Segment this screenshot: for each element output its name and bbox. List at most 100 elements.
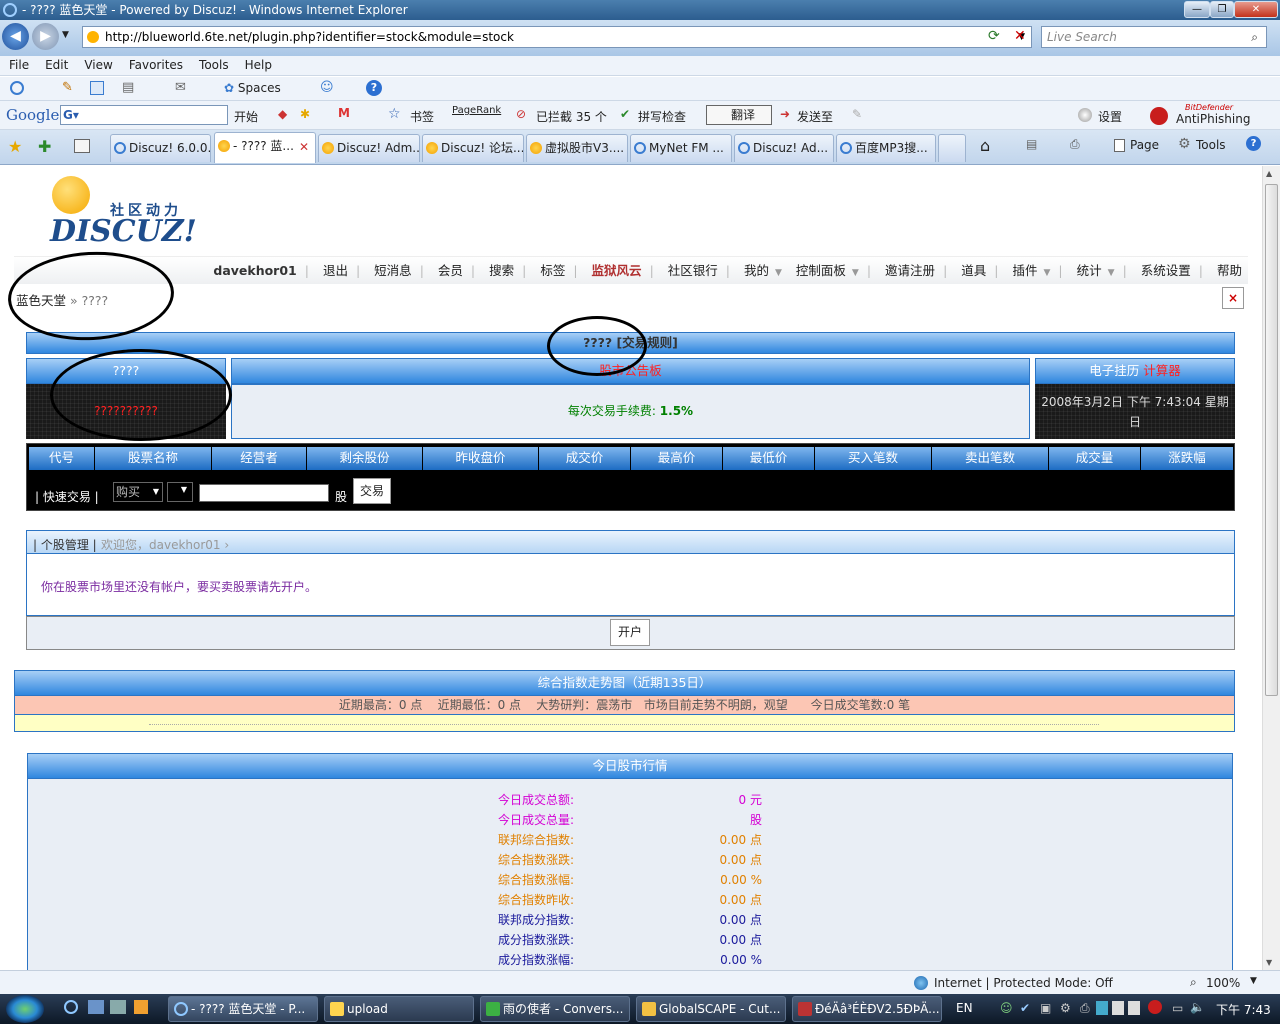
nav-settings[interactable]: 系统设置 [1141, 263, 1191, 278]
address-bar[interactable]: http://blueworld.6te.net/plugin.php?iden… [82, 26, 1032, 48]
col-low[interactable]: 最低价 [723, 447, 815, 470]
tab-active-stock[interactable]: - ???? 蓝... ✕ [214, 132, 316, 163]
settings-button[interactable]: 设置 [1098, 108, 1122, 125]
nav-my[interactable]: 我的 [744, 263, 769, 278]
open-account-button[interactable]: 开户 [610, 619, 650, 646]
gmail-icon[interactable]: M [338, 106, 350, 120]
tab-discuz-forum[interactable]: Discuz! 论坛... [422, 134, 524, 162]
forward-button[interactable]: ▶ [32, 23, 59, 50]
col-sell-count[interactable]: 卖出笔数 [932, 447, 1049, 470]
nav-plugins[interactable]: 插件 [1012, 263, 1037, 278]
tray-app-icon[interactable]: ▣ [1040, 1001, 1051, 1015]
nav-items[interactable]: 道具 [961, 263, 986, 278]
tray-font-icon[interactable] [1128, 1001, 1140, 1015]
col-remaining[interactable]: 剩余股份 [307, 447, 423, 470]
trade-type-select[interactable]: 购买 ▼ [113, 482, 163, 502]
nav-help[interactable]: 帮助 [1217, 263, 1242, 278]
settings-icon[interactable] [1078, 108, 1092, 122]
minimize-button[interactable]: — [1184, 1, 1210, 18]
quick-tabs-icon[interactable] [74, 139, 90, 153]
shares-input[interactable] [199, 484, 329, 502]
nav-invite[interactable]: 邀请注册 [885, 263, 935, 278]
edit-icon[interactable] [90, 81, 104, 95]
close-tab-icon[interactable]: ✕ [299, 134, 309, 160]
menu-edit[interactable]: Edit [36, 56, 75, 72]
clock[interactable]: 下午 7:43 [1216, 1001, 1271, 1018]
tray-bitdefender-icon[interactable] [1148, 1000, 1162, 1014]
chevron-down-icon[interactable]: ▼ [1108, 268, 1115, 278]
col-code[interactable]: 代号 [29, 447, 95, 470]
print-icon[interactable]: ⎙ [1070, 137, 1080, 152]
col-prev-close[interactable]: 昨收盘价 [423, 447, 539, 470]
antiphishing-label[interactable]: AntiPhishing [1176, 112, 1250, 126]
menu-help[interactable]: Help [236, 56, 279, 72]
help-icon[interactable]: ? [366, 80, 382, 96]
vertical-scrollbar[interactable]: ▲ ▼ [1262, 166, 1280, 970]
task-document[interactable]: ÐéÄâ³ÉÈÐV2.5ÐÞÄ... [792, 996, 942, 1022]
chevron-down-icon[interactable]: ▼ [1044, 268, 1051, 278]
tray-people-icon[interactable]: ☺ [1000, 1001, 1013, 1015]
col-operator[interactable]: 经营者 [212, 447, 307, 470]
refresh-icon[interactable]: ⟳ [988, 28, 1008, 46]
spellcheck-icon[interactable]: ✔ [620, 107, 630, 121]
stock-select[interactable]: ▼ [167, 482, 193, 502]
new-tab-button[interactable] [938, 134, 966, 162]
nav-bank[interactable]: 社区银行 [668, 263, 718, 278]
spellcheck-button[interactable]: 拼写检查 [638, 108, 686, 125]
feed-icon[interactable]: ▤ [122, 80, 134, 95]
tab-virtual-stock[interactable]: 虚拟股市V3.... [526, 134, 628, 162]
task-conversation[interactable]: 雨の使者 - Convers... [480, 996, 630, 1022]
cmd-help-icon[interactable]: ? [1246, 136, 1261, 151]
quicklaunch-switch-icon[interactable] [110, 1000, 126, 1014]
zoom-level[interactable]: 100% [1206, 976, 1240, 990]
tab-discuz-6[interactable]: Discuz! 6.0.0... [110, 134, 211, 162]
menu-view[interactable]: View [75, 56, 119, 72]
tray-one-icon[interactable] [1096, 1001, 1108, 1015]
tab-discuz-ad[interactable]: Discuz! Ad... [734, 134, 834, 162]
google-search-input[interactable]: G▾ [60, 105, 228, 125]
pagerank-indicator[interactable]: PageRank [452, 105, 501, 116]
tab-baidu-mp3[interactable]: 百度MP3搜... [836, 134, 936, 162]
search-icon[interactable]: ⌕ [1251, 27, 1258, 47]
send-to-button[interactable]: 发送至 [797, 108, 833, 125]
tray-a-icon[interactable] [1112, 1001, 1124, 1015]
nav-members[interactable]: 会员 [438, 263, 463, 278]
tools-menu[interactable]: Tools [1196, 138, 1226, 152]
menu-file[interactable]: File [0, 56, 36, 72]
people-icon[interactable]: ☺ [320, 80, 334, 95]
pen-icon[interactable]: ✎ [62, 80, 73, 95]
nav-logout[interactable]: 退出 [323, 263, 348, 278]
tab-mynet-fm[interactable]: MyNet FM ... [630, 134, 732, 162]
nav-messages[interactable]: 短消息 [374, 263, 412, 278]
scroll-up-icon[interactable]: ▲ [1266, 169, 1272, 178]
personal-tab[interactable]: | 个股管理 | [33, 536, 97, 553]
tray-monitor-icon[interactable]: ▭ [1172, 1001, 1183, 1015]
calculator-link[interactable]: 计算器 [1143, 363, 1181, 378]
favorites-star-icon[interactable]: ★ [8, 137, 22, 156]
bookmarks-button[interactable]: 书签 [410, 108, 434, 125]
home-icon[interactable]: ⌂ [980, 136, 990, 155]
menu-tools[interactable]: Tools [190, 56, 236, 72]
bitdefender-icon[interactable] [1150, 107, 1168, 125]
send-icon[interactable]: ➜ [780, 107, 790, 121]
nav-tags[interactable]: 标签 [540, 263, 565, 278]
search-input[interactable]: Live Search ⌕ [1041, 26, 1267, 48]
translate-button[interactable]: 翻译 [706, 105, 772, 125]
security-zone[interactable]: Internet | Protected Mode: Off [934, 976, 1113, 990]
page-menu[interactable]: Page [1130, 138, 1159, 152]
feeds-icon[interactable]: ▤ [1026, 137, 1037, 151]
stop-icon[interactable]: ✕ [1014, 28, 1034, 46]
col-high[interactable]: 最高价 [631, 447, 723, 470]
close-panel-button[interactable]: × [1222, 287, 1244, 309]
mail-icon[interactable]: ✉ [175, 80, 186, 95]
volume-icon[interactable]: 🔈 [1190, 1000, 1205, 1014]
nav-username[interactable]: davekhor01 [213, 263, 296, 278]
nav-search[interactable]: 搜索 [489, 263, 514, 278]
nav-stats[interactable]: 统计 [1077, 263, 1102, 278]
tray-check-icon[interactable]: ✔ [1020, 1001, 1030, 1015]
nav-prison[interactable]: 监狱风云 [592, 263, 642, 278]
logo-title[interactable]: DISCUZ! [50, 214, 197, 249]
scroll-thumb[interactable] [1265, 184, 1278, 696]
quicklaunch-ie-icon[interactable] [64, 1000, 78, 1014]
task-globalscape[interactable]: GlobalSCAPE - Cut... [636, 996, 786, 1022]
